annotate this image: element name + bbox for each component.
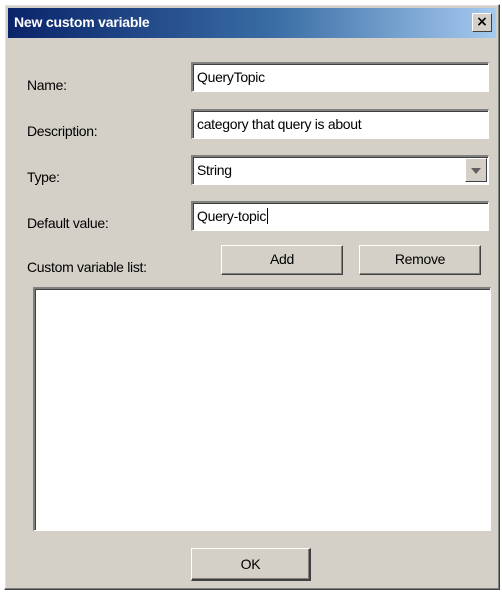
name-label: Name: bbox=[27, 77, 67, 93]
ok-button[interactable]: OK bbox=[191, 548, 311, 581]
name-input[interactable]: QueryTopic bbox=[191, 62, 489, 92]
default-value-label: Default value: bbox=[27, 215, 109, 231]
custom-variable-list[interactable] bbox=[33, 287, 491, 531]
title-bar[interactable]: New custom variable × bbox=[8, 8, 496, 38]
custom-variable-dialog: New custom variable × Name: QueryTopic D… bbox=[4, 4, 500, 590]
window-title: New custom variable bbox=[14, 14, 150, 30]
default-value-input[interactable]: Query-topic bbox=[191, 201, 489, 231]
custom-variable-list-label: Custom variable list: bbox=[27, 259, 147, 275]
type-select-value: String bbox=[197, 162, 232, 178]
description-input[interactable]: category that query is about bbox=[191, 109, 489, 139]
remove-button[interactable]: Remove bbox=[359, 245, 481, 275]
description-label: Description: bbox=[27, 123, 98, 139]
type-select[interactable]: String bbox=[191, 155, 489, 185]
type-label: Type: bbox=[27, 169, 60, 185]
text-caret bbox=[267, 208, 269, 224]
chevron-down-icon[interactable] bbox=[465, 158, 487, 182]
default-value-text: Query-topic bbox=[197, 208, 267, 224]
add-button[interactable]: Add bbox=[221, 245, 343, 275]
close-icon[interactable]: × bbox=[472, 13, 492, 32]
